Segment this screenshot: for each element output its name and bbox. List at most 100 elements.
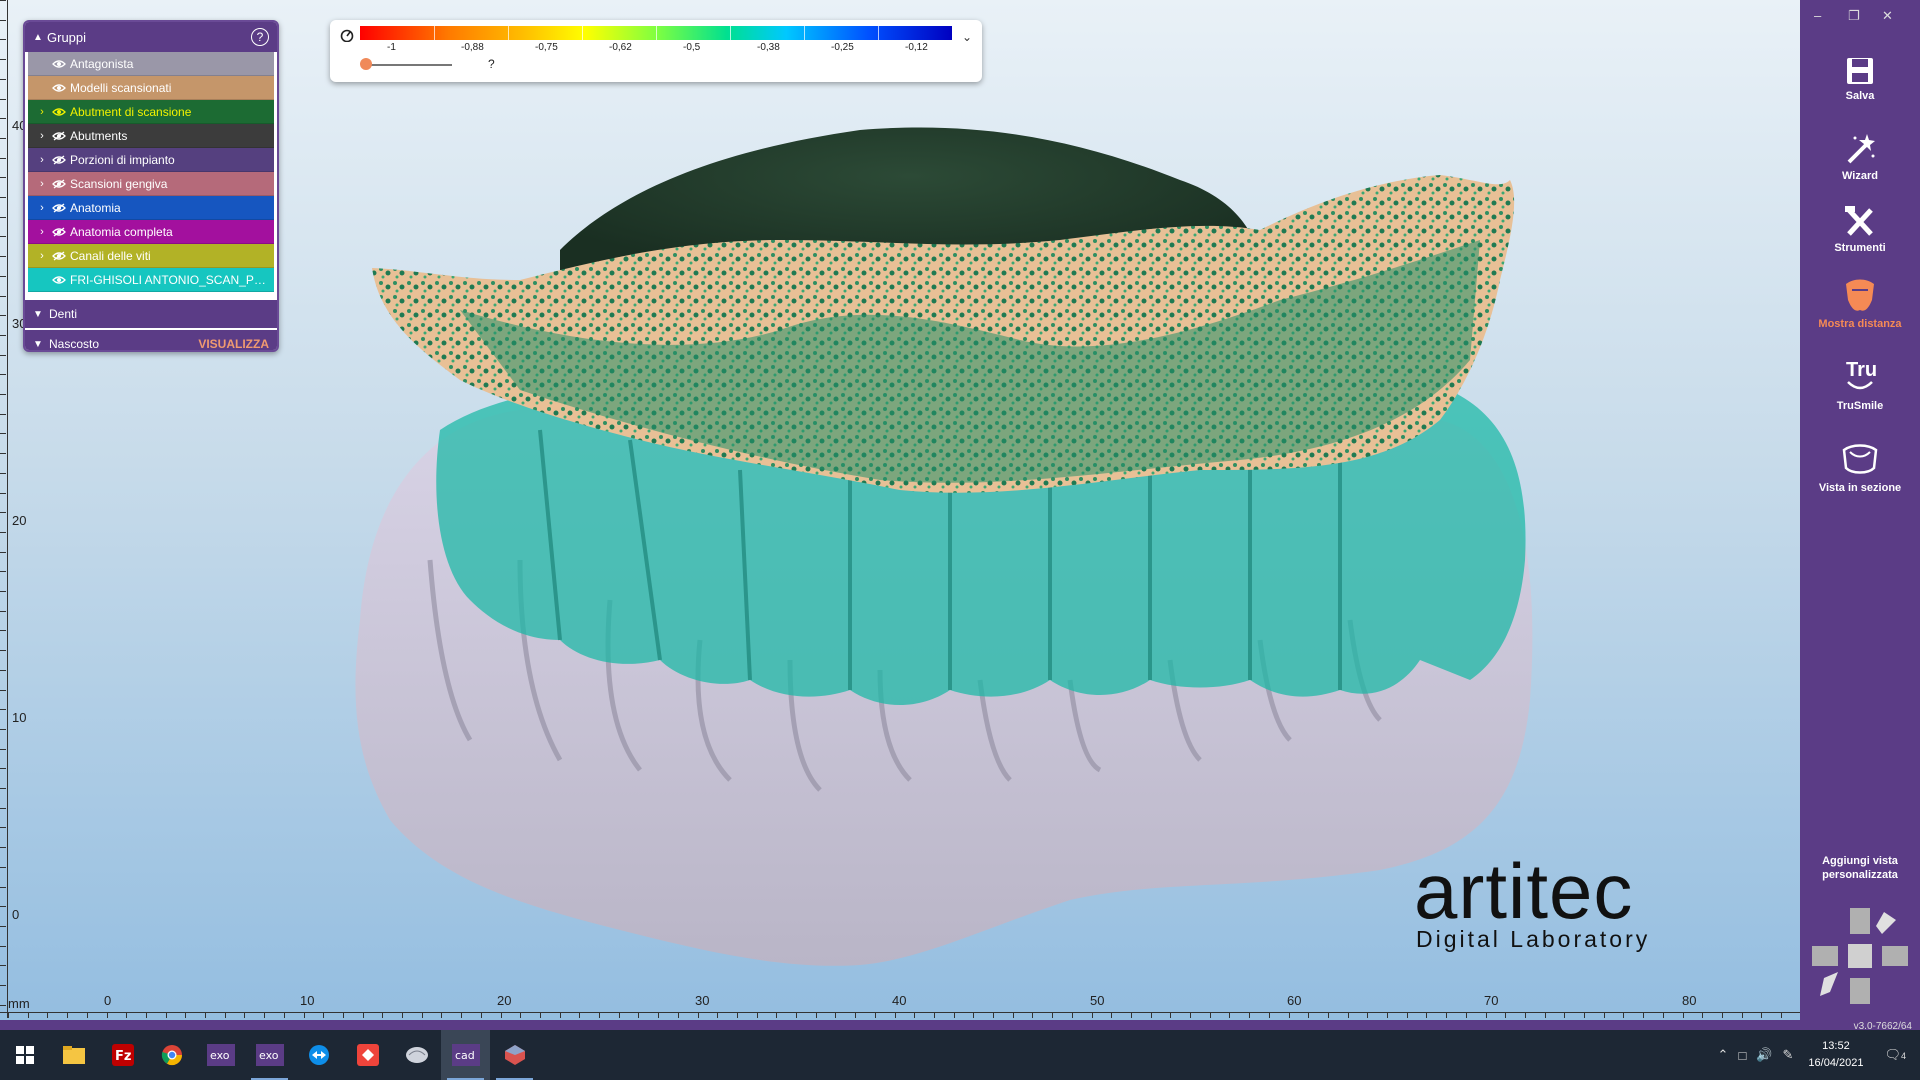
eye-off-icon[interactable] xyxy=(52,154,70,165)
taskbar-brain-app[interactable] xyxy=(392,1030,441,1080)
eye-off-icon[interactable] xyxy=(52,178,70,189)
ruler-tick xyxy=(993,1012,994,1018)
ruler-tick xyxy=(1741,1012,1743,1018)
groups-header[interactable]: ▲ Gruppi ? xyxy=(25,22,277,52)
wizard-button[interactable]: Wizard xyxy=(1800,132,1920,182)
exocad-icon: exo xyxy=(206,1044,235,1066)
group-row[interactable]: › Canali delle viti xyxy=(28,244,274,268)
ruler-tick xyxy=(480,1012,482,1018)
taskbar-exocad-2[interactable]: exo xyxy=(245,1030,294,1080)
ruler-tick xyxy=(126,1012,128,1018)
ruler-tick xyxy=(224,1012,226,1018)
chevron-right-icon[interactable]: › xyxy=(32,154,52,166)
section-view-icon xyxy=(1842,444,1878,474)
taskbar-chrome[interactable] xyxy=(147,1030,196,1080)
start-button[interactable] xyxy=(0,1030,49,1080)
taskbar-file-explorer[interactable] xyxy=(49,1030,98,1080)
taskbar-meshmixer[interactable] xyxy=(490,1030,539,1080)
ruler-tick xyxy=(1209,1012,1211,1018)
taskbar-exocad-1[interactable]: exo xyxy=(196,1030,245,1080)
help-icon[interactable]: ? xyxy=(251,28,269,46)
group-row[interactable]: Modelli scansionati xyxy=(28,76,274,100)
chevron-right-icon[interactable]: › xyxy=(32,130,52,142)
strumenti-button[interactable]: Strumenti xyxy=(1800,204,1920,254)
ruler-tick xyxy=(0,19,6,21)
eye-icon[interactable] xyxy=(52,107,70,117)
mostra-distanza-button[interactable]: Mostra distanza xyxy=(1800,276,1920,330)
chevron-right-icon[interactable]: › xyxy=(32,226,52,238)
chevron-right-icon[interactable]: › xyxy=(32,178,52,190)
eye-icon[interactable] xyxy=(52,59,70,69)
section-nascosto[interactable]: ▼ Nascosto VISUALIZZA xyxy=(25,330,277,350)
windows-taskbar: Fz exo exo cad ⌃ □ 🔊 ✎ 13:52 16/04/2021 … xyxy=(0,1030,1920,1080)
group-label: Anatomia completa xyxy=(70,224,173,239)
eye-icon[interactable] xyxy=(52,275,70,285)
pen-icon[interactable]: ✎ xyxy=(1783,1047,1794,1063)
vista-in-sezione-button[interactable]: Vista in sezione xyxy=(1800,442,1920,494)
visualizza-button[interactable]: VISUALIZZA xyxy=(198,337,269,350)
eye-icon[interactable] xyxy=(52,83,70,93)
ruler-tick xyxy=(1032,1012,1034,1018)
taskbar-anydesk[interactable] xyxy=(343,1030,392,1080)
ruler-tick xyxy=(638,1012,640,1018)
group-row[interactable]: › Anatomia completa xyxy=(28,220,274,244)
chevron-up-icon[interactable]: ⌃ xyxy=(1718,1047,1729,1063)
ruler-tick xyxy=(1643,1012,1645,1018)
group-row[interactable]: › Abutments xyxy=(28,124,274,148)
teamviewer-icon xyxy=(308,1045,329,1065)
scale-separator xyxy=(804,26,805,40)
groups-panel: ▲ Gruppi ? Antagonista Modelli scansionat… xyxy=(23,20,279,352)
file-explorer-icon xyxy=(62,1046,85,1064)
ruler-tick xyxy=(539,1012,541,1018)
network-icon[interactable]: □ xyxy=(1738,1048,1746,1063)
section-denti[interactable]: ▼ Denti xyxy=(25,300,277,328)
taskbar-filezilla[interactable]: Fz xyxy=(98,1030,147,1080)
ruler-tick xyxy=(0,59,6,61)
restore-button[interactable]: ❐ xyxy=(1848,8,1860,24)
scale-separator xyxy=(508,26,509,40)
eye-off-icon[interactable] xyxy=(52,202,70,213)
tool-label: Mostra distanza xyxy=(1818,318,1902,330)
ruler-tick xyxy=(461,1012,463,1018)
group-row[interactable]: › Porzioni di impianto xyxy=(28,148,274,172)
scale-separator xyxy=(434,26,435,40)
taskbar-dentalcad[interactable]: cad xyxy=(441,1030,490,1080)
gauge-icon[interactable] xyxy=(340,28,354,42)
group-row[interactable]: FRI-GHISOLI ANTONIO_SCAN_PROV... xyxy=(28,268,274,292)
close-button[interactable]: ✕ xyxy=(1882,8,1893,24)
group-row[interactable]: › Anatomia xyxy=(28,196,274,220)
taskbar-teamviewer[interactable] xyxy=(294,1030,343,1080)
ruler-y-label: 20 xyxy=(12,513,27,528)
scale-slider-thumb[interactable] xyxy=(360,58,372,70)
salva-button[interactable]: Salva xyxy=(1800,56,1920,102)
chevron-right-icon[interactable]: › xyxy=(32,202,52,214)
group-row[interactable]: Antagonista xyxy=(28,52,274,76)
ruler-tick xyxy=(835,1012,837,1018)
ruler-tick xyxy=(0,886,6,888)
ruler-tick xyxy=(0,591,6,592)
add-custom-view-button[interactable]: Aggiungi vista personalizzata xyxy=(1800,854,1920,882)
minimize-button[interactable]: – xyxy=(1814,8,1821,23)
group-row[interactable]: › Scansioni gengiva xyxy=(28,172,274,196)
trusmile-button[interactable]: Tru TruSmile xyxy=(1800,356,1920,412)
eye-off-icon[interactable] xyxy=(52,130,70,141)
chevron-right-icon[interactable]: › xyxy=(32,106,52,118)
clock[interactable]: 13:52 16/04/2021 xyxy=(1808,1038,1863,1072)
scale-slider-track[interactable] xyxy=(366,64,452,66)
ruler-x-label: 40 xyxy=(892,993,907,1008)
ruler-tick xyxy=(0,334,6,336)
chevron-down-icon[interactable]: ⌄ xyxy=(962,30,972,44)
filezilla-icon: Fz xyxy=(111,1044,134,1066)
volume-icon[interactable]: 🔊 xyxy=(1756,1047,1772,1063)
tool-label: Wizard xyxy=(1842,170,1878,182)
ruler-tick xyxy=(1623,1012,1625,1018)
ruler-tick xyxy=(0,965,6,967)
notification-icon[interactable]: 🗨4 xyxy=(1884,1047,1906,1063)
eye-off-icon[interactable] xyxy=(52,250,70,261)
ruler-tick xyxy=(0,394,6,395)
chevron-right-icon[interactable]: › xyxy=(32,250,52,262)
view-navigator-icon[interactable] xyxy=(1810,906,1910,1006)
ruler-tick xyxy=(0,177,6,179)
eye-off-icon[interactable] xyxy=(52,226,70,237)
group-row[interactable]: › Abutment di scansione xyxy=(28,100,274,124)
